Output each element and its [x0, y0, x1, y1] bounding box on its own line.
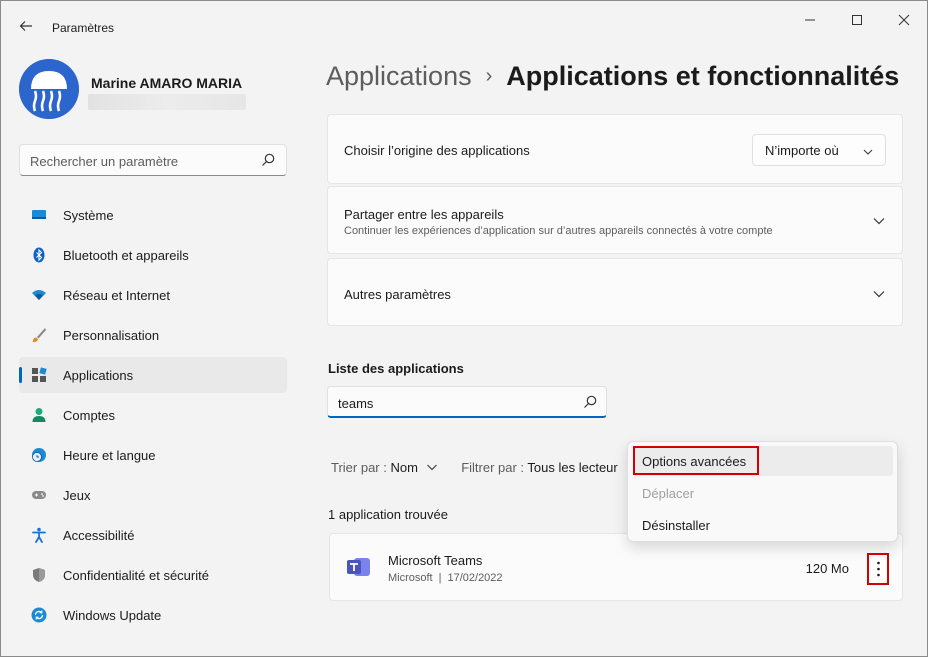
- app-origin-card: Choisir l’origine des applications N’imp…: [327, 114, 903, 184]
- close-button[interactable]: [884, 9, 924, 31]
- app-size: 120 Mo: [805, 561, 849, 576]
- minimize-button[interactable]: [790, 9, 830, 31]
- sidebar-item-label: Heure et langue: [63, 448, 156, 463]
- sidebar-item-label: Personnalisation: [63, 328, 160, 343]
- app-origin-dropdown[interactable]: N’importe où: [752, 134, 886, 166]
- back-button[interactable]: [13, 13, 39, 39]
- title-bar: Paramètres: [1, 1, 927, 41]
- chevron-down-icon: [863, 149, 873, 155]
- settings-search-input[interactable]: [30, 151, 250, 171]
- sidebar-item-systeme[interactable]: Système: [19, 197, 287, 233]
- meta-separator: |: [438, 572, 442, 584]
- app-origin-title: Choisir l’origine des applications: [344, 143, 530, 158]
- app-meta: Microsoft | 17/02/2022: [388, 572, 503, 584]
- filter-dropdown[interactable]: Filtrer par : Tous les lecteur: [461, 460, 618, 475]
- sidebar-item-comptes[interactable]: Comptes: [19, 397, 287, 433]
- app-search-box[interactable]: [327, 386, 607, 418]
- sidebar-item-personnalisation[interactable]: Personnalisation: [19, 317, 287, 353]
- sidebar-item-label: Windows Update: [63, 608, 162, 623]
- bluetooth-icon: [33, 247, 45, 263]
- share-devices-subtitle: Continuer les expériences d’application …: [344, 225, 773, 237]
- sidebar-item-reseau[interactable]: Réseau et Internet: [19, 277, 287, 313]
- update-icon: [31, 607, 47, 623]
- user-name: Marine AMARO MARIA: [91, 75, 243, 91]
- menu-item-deplacer: Déplacer: [633, 478, 893, 508]
- app-origin-dropdown-value: N’importe où: [765, 143, 839, 158]
- context-menu: Options avancées Déplacer Désinstaller: [627, 441, 898, 542]
- sidebar-nav: Système Bluetooth et appareils Réseau et…: [19, 197, 287, 637]
- menu-item-label: Options avancées: [642, 454, 747, 469]
- sidebar-item-windows-update[interactable]: Windows Update: [19, 597, 287, 633]
- gamepad-icon: [32, 491, 46, 499]
- sidebar-item-label: Réseau et Internet: [63, 288, 170, 303]
- menu-item-options-avancees[interactable]: Options avancées: [633, 446, 893, 476]
- sidebar-item-label: Comptes: [63, 408, 116, 423]
- apps-icon: [32, 367, 47, 382]
- chevron-down-icon: [426, 464, 437, 471]
- app-search-input[interactable]: [338, 393, 568, 413]
- sidebar-item-accessibilite[interactable]: Accessibilité: [19, 517, 287, 553]
- other-settings-card[interactable]: Autres paramètres: [327, 258, 903, 326]
- more-options-button[interactable]: [867, 553, 889, 585]
- sort-value: Nom: [390, 460, 418, 475]
- sidebar-item-label: Confidentialité et sécurité: [63, 568, 209, 583]
- sidebar-item-label: Accessibilité: [63, 528, 135, 543]
- clock-globe-icon: [32, 448, 46, 462]
- jellyfish-avatar-icon: [19, 59, 79, 119]
- app-publisher: Microsoft: [388, 572, 433, 584]
- search-icon[interactable]: [260, 152, 276, 168]
- page-title: Applications et fonctionnalités: [506, 61, 900, 91]
- breadcrumb: Applications › Applications et fonctionnal…: [326, 61, 899, 92]
- menu-item-desinstaller[interactable]: Désinstaller: [633, 510, 893, 540]
- list-item[interactable]: Microsoft Teams Microsoft | 17/02/2022 120…: [329, 533, 903, 601]
- sidebar-item-confidentialite[interactable]: Confidentialité et sécurité: [19, 557, 287, 593]
- sidebar-item-jeux[interactable]: Jeux: [19, 477, 287, 513]
- chevron-down-icon[interactable]: [872, 287, 886, 301]
- sidebar-item-label: Applications: [63, 368, 134, 383]
- app-list-title: Liste des applications: [328, 361, 464, 376]
- shield-icon: [33, 568, 45, 582]
- microsoft-teams-icon: [347, 558, 370, 576]
- breadcrumb-separator: ›: [485, 65, 493, 87]
- minimize-icon: [805, 19, 815, 21]
- accessibility-icon: [32, 527, 46, 543]
- sidebar-item-label: Système: [63, 208, 114, 223]
- share-devices-card[interactable]: Partager entre les appareils Continuer l…: [327, 186, 903, 254]
- settings-search-box[interactable]: [19, 144, 287, 176]
- user-email-redacted: [88, 94, 246, 110]
- filter-label: Filtrer par :: [461, 460, 525, 475]
- share-devices-title: Partager entre les appareils: [344, 207, 504, 222]
- search-icon[interactable]: [582, 394, 598, 410]
- sidebar-item-bluetooth[interactable]: Bluetooth et appareils: [19, 237, 287, 273]
- app-count: 1 application trouvée: [328, 507, 448, 522]
- brush-icon: [32, 328, 46, 342]
- app-name: Microsoft Teams: [388, 553, 483, 568]
- sidebar-item-heure-langue[interactable]: Heure et langue: [19, 437, 287, 473]
- sidebar-item-label: Jeux: [63, 488, 91, 503]
- close-icon: [898, 14, 910, 26]
- breadcrumb-parent[interactable]: Applications: [326, 61, 472, 91]
- other-settings-title: Autres paramètres: [344, 287, 451, 302]
- avatar[interactable]: [19, 59, 79, 119]
- menu-item-label: Déplacer: [642, 486, 695, 501]
- sidebar-item-applications[interactable]: Applications: [19, 357, 287, 393]
- maximize-icon: [852, 15, 862, 25]
- arrow-left-icon: [19, 21, 32, 31]
- filter-value: Tous les lecteur: [527, 460, 618, 475]
- app-install-date: 17/02/2022: [447, 572, 503, 584]
- person-icon: [32, 408, 46, 422]
- sort-label: Trier par :: [331, 460, 387, 475]
- system-icon: [32, 210, 46, 219]
- menu-item-label: Désinstaller: [642, 518, 710, 533]
- sidebar-item-label: Bluetooth et appareils: [63, 248, 189, 263]
- chevron-down-icon[interactable]: [872, 214, 886, 228]
- more-vertical-icon: [877, 561, 880, 577]
- sort-dropdown[interactable]: Trier par : Nom: [331, 460, 441, 475]
- sort-filter-row: Trier par : Nom Filtrer par : Tous les l…: [331, 460, 618, 475]
- window-title: Paramètres: [52, 21, 115, 35]
- wifi-icon: [32, 290, 46, 300]
- maximize-button[interactable]: [837, 9, 877, 31]
